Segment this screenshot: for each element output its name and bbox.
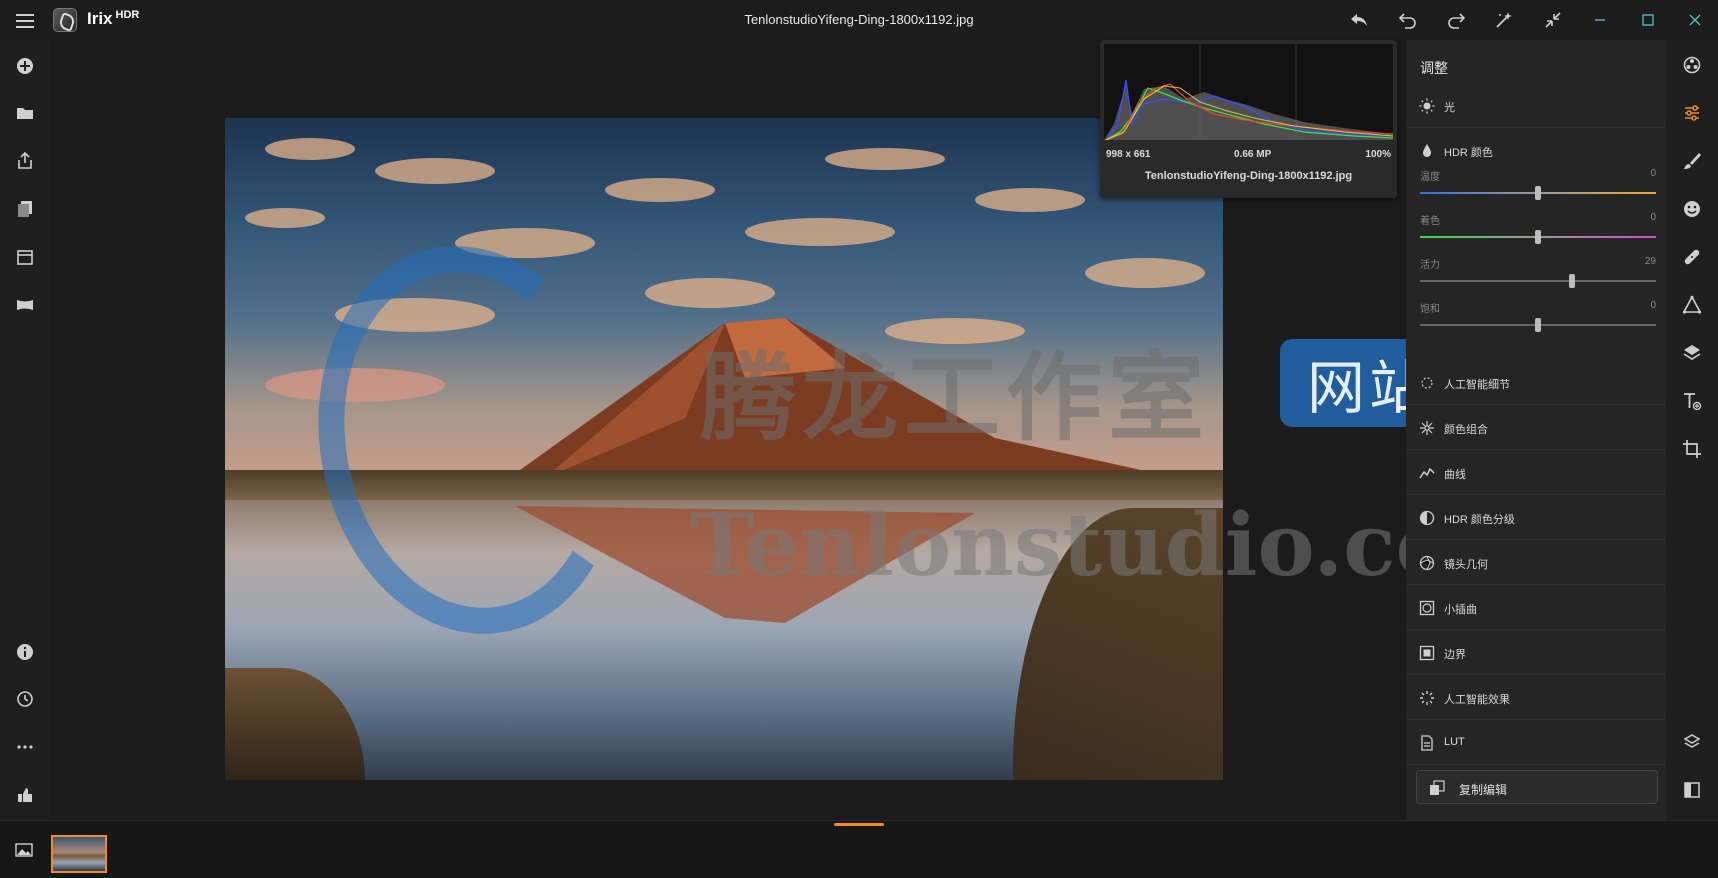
title-bar: Irix HDR TenlonstudioYifeng-Ding-1800x119… <box>0 0 1718 40</box>
maximize-icon[interactable] <box>1633 8 1663 32</box>
adjustments-icon[interactable] <box>1680 101 1704 125</box>
watermark-chinese: 腾龙工作室 <box>700 342 1210 454</box>
filmstrip-handle[interactable] <box>834 823 884 826</box>
image-dimensions: 998 x 661 <box>1106 149 1151 160</box>
zoom-level: 100% <box>1365 149 1391 160</box>
copy-icon <box>1429 780 1445 796</box>
border-icon <box>1418 644 1436 662</box>
lut-file-icon <box>1418 734 1436 752</box>
image-megapixels: 0.66 MP <box>1234 149 1272 160</box>
image-icon[interactable] <box>14 841 34 859</box>
section-vignette[interactable]: 小插曲 <box>1406 586 1666 630</box>
saturation-slider[interactable]: 饱和 0 <box>1420 298 1656 338</box>
ai-detail-icon <box>1418 374 1436 392</box>
brush-icon[interactable] <box>1680 149 1704 173</box>
adjust-panel: 调整 光 HDR 颜色 温度 0 着色 0 活力 29 饱和 0 人工智能细节 … <box>1406 40 1666 820</box>
curves-icon <box>1418 464 1436 482</box>
section-lens-geometry[interactable]: 镜头几何 <box>1406 541 1666 585</box>
app-name: Irix HDR <box>87 9 140 28</box>
compare-icon[interactable] <box>1680 778 1704 802</box>
hamburger-menu-icon[interactable] <box>14 10 36 30</box>
healing-icon[interactable] <box>1680 245 1704 269</box>
add-icon[interactable] <box>13 54 37 78</box>
presets-icon[interactable] <box>1680 53 1704 77</box>
undo-icon[interactable] <box>1395 8 1421 32</box>
section-lut[interactable]: LUT <box>1406 721 1666 765</box>
undo-all-icon[interactable] <box>1346 8 1372 32</box>
vibrance-slider[interactable]: 活力 29 <box>1420 254 1656 294</box>
color-combo-icon <box>1418 419 1436 437</box>
layers-icon[interactable] <box>1680 341 1704 365</box>
window-icon[interactable] <box>13 245 37 269</box>
batch-icon[interactable] <box>13 197 37 221</box>
feedback-icon[interactable] <box>13 783 37 807</box>
section-ai-detail[interactable]: 人工智能细节 <box>1406 361 1666 405</box>
section-ai-effects[interactable]: 人工智能效果 <box>1406 676 1666 720</box>
export-icon[interactable] <box>13 149 37 173</box>
ai-effects-icon <box>1418 689 1436 707</box>
color-grading-icon <box>1418 509 1436 527</box>
histogram-filename: TenlonstudioYifeng-Ding-1800x1192.jpg <box>1144 170 1353 182</box>
history-icon[interactable] <box>13 687 37 711</box>
structure-icon[interactable] <box>1680 293 1704 317</box>
section-curves[interactable]: 曲线 <box>1406 451 1666 495</box>
folder-icon[interactable] <box>13 101 37 125</box>
filmstrip-thumbnail[interactable] <box>51 835 107 873</box>
filmstrip <box>0 820 1718 878</box>
panorama-icon[interactable] <box>13 293 37 317</box>
collapse-icon[interactable] <box>1540 8 1566 32</box>
tint-slider[interactable]: 着色 0 <box>1420 210 1656 250</box>
text-add-icon[interactable] <box>1680 389 1704 413</box>
vignette-icon <box>1418 599 1436 617</box>
histogram-graph <box>1104 44 1394 141</box>
face-icon[interactable] <box>1680 197 1704 221</box>
redo-icon[interactable] <box>1443 8 1469 32</box>
section-color-combo[interactable]: 颜色组合 <box>1406 406 1666 450</box>
left-toolbar <box>0 40 49 820</box>
layers-stack-icon[interactable] <box>1680 730 1704 754</box>
app-logo <box>53 8 77 32</box>
copy-edit-button[interactable]: 复制编辑 <box>1416 770 1658 804</box>
magic-wand-icon[interactable] <box>1491 8 1517 32</box>
temperature-slider[interactable]: 温度 0 <box>1420 166 1656 206</box>
drop-icon <box>1418 142 1436 160</box>
close-icon[interactable] <box>1680 8 1710 32</box>
right-toolbar <box>1666 40 1718 820</box>
panel-title: 调整 <box>1420 60 1448 76</box>
sun-icon <box>1418 97 1436 115</box>
section-hdr-color-grading[interactable]: HDR 颜色分级 <box>1406 496 1666 540</box>
section-light[interactable]: 光 <box>1406 84 1666 128</box>
histogram-panel: 998 x 661 0.66 MP 100% TenlonstudioYifen… <box>1100 40 1397 198</box>
more-icon[interactable] <box>13 735 37 759</box>
lens-icon <box>1418 554 1436 572</box>
crop-icon[interactable] <box>1680 437 1704 461</box>
section-border[interactable]: 边界 <box>1406 631 1666 675</box>
info-icon[interactable] <box>13 640 37 664</box>
minimize-icon[interactable] <box>1585 8 1615 32</box>
